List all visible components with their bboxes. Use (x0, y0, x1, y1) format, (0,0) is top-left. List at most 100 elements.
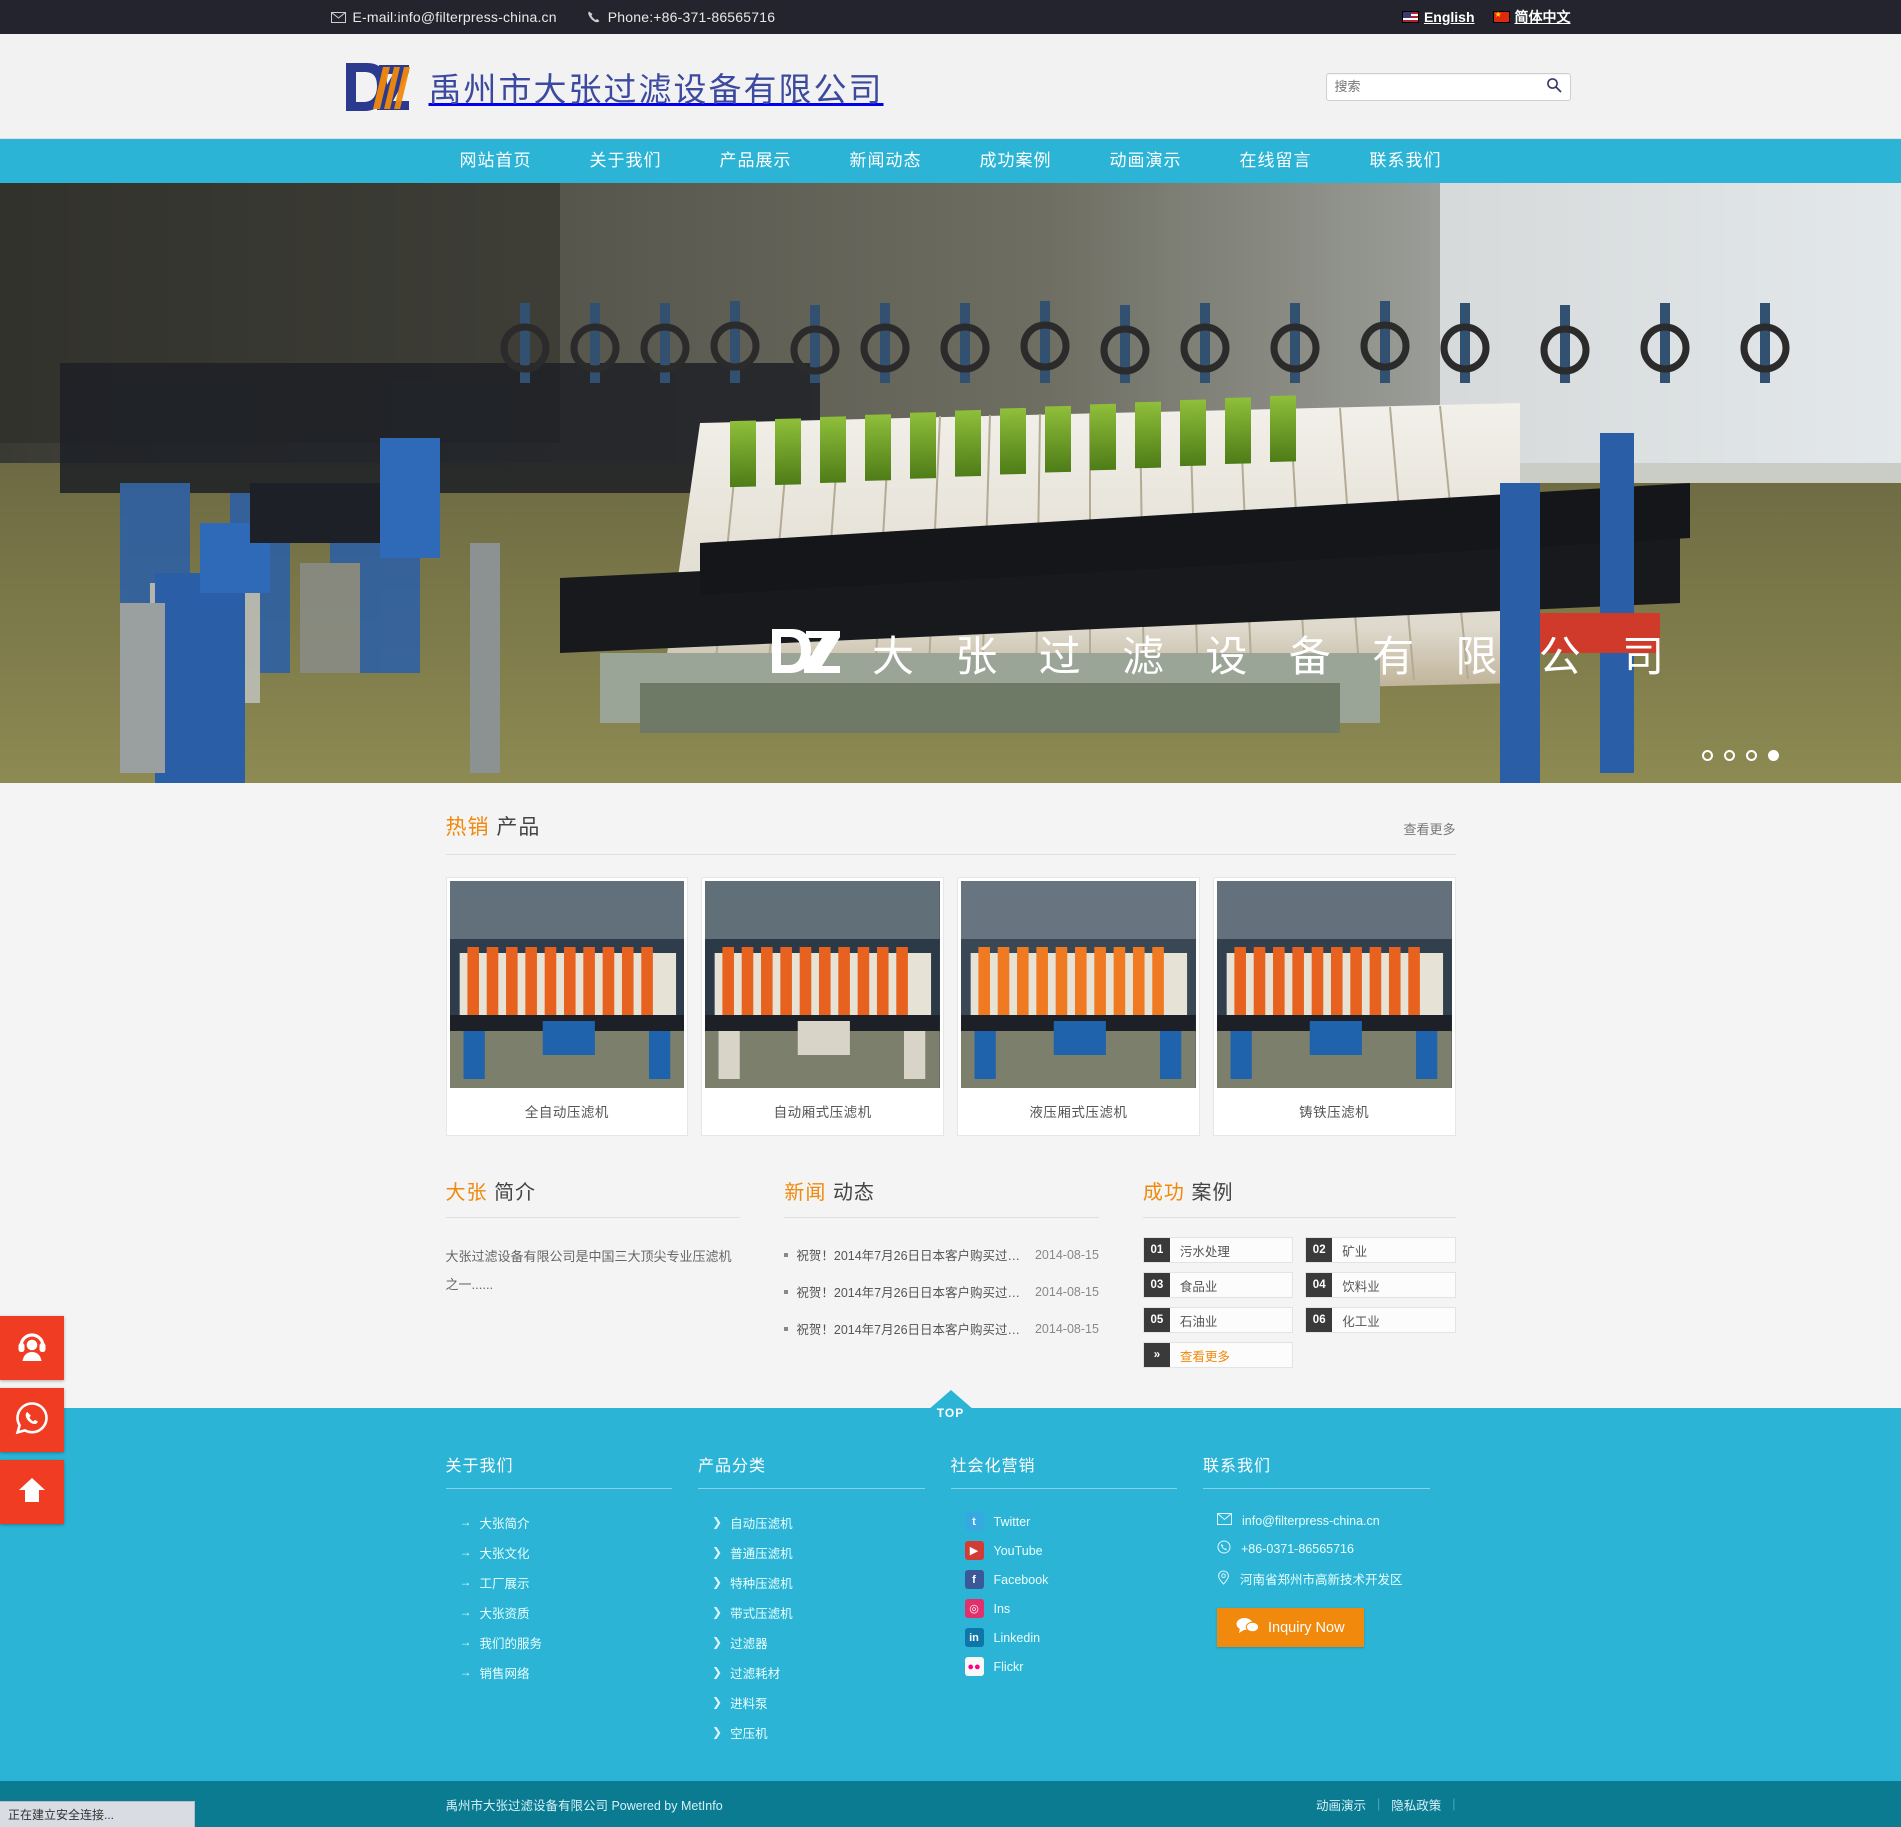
news-item[interactable]: 祝贺！2014年7月26日日本客户购买过滤设 2014-08-15 (784, 1273, 1099, 1310)
inquiry-now-label: Inquiry Now (1268, 1619, 1345, 1636)
lang-english-label: English (1423, 9, 1475, 25)
search-box[interactable] (1325, 72, 1571, 101)
youtube-icon: ▶ (964, 1541, 984, 1560)
nav-item-1[interactable]: 网站首页 (431, 139, 561, 183)
case-item[interactable]: 01 污水处理 (1142, 1237, 1294, 1263)
banner-dot-1[interactable] (1702, 750, 1713, 761)
chevron-right-icon: ❯ (712, 1575, 723, 1589)
footer-link[interactable]: → 大张资质 (446, 1597, 673, 1627)
footer-social-label: Facebook (993, 1572, 1049, 1587)
case-item[interactable]: 02 矿业 (1305, 1237, 1456, 1263)
footer-link[interactable]: ❯ 普通压滤机 (698, 1537, 925, 1567)
about-column: 大张 简介 大张过滤设备有限公司是中国三大顶尖专业压滤机之一...... (445, 1176, 741, 1368)
news-item[interactable]: 祝贺！2014年7月26日日本客户购买过滤设 2014-08-15 (784, 1236, 1099, 1273)
phone-icon (587, 10, 601, 24)
brand-logo-link[interactable]: 禹州市大张过滤设备有限公司 (331, 59, 884, 115)
lang-switch-english[interactable]: English (1401, 9, 1475, 25)
chevron-right-icon: ❯ (712, 1665, 723, 1679)
footer-link[interactable]: → 大张文化 (446, 1537, 673, 1567)
case-item[interactable]: 05 石油业 (1142, 1307, 1294, 1333)
footer-link[interactable]: ❯ 进料泵 (698, 1687, 925, 1717)
banner-dz-logo-icon (770, 626, 846, 681)
footer-social-column: 社会化营销 t Twitter ▶ YouTube f Facebook ◎ Ins in Lin… (950, 1452, 1204, 1747)
site-footer: TOP 关于我们 → 大张简介 → 大张文化 → 工厂展示 → 大张资质 → 我们的服务 → 销售网络… (0, 1390, 1901, 1827)
footer-link[interactable]: → 大张简介 (446, 1507, 673, 1537)
scroll-top-tab[interactable]: TOP (911, 1390, 990, 1434)
footer-social-label: Ins (993, 1601, 1011, 1616)
search-icon (1546, 77, 1562, 96)
footer-contact-address-text: 河南省郑州市高新技术开发区 (1240, 1573, 1403, 1587)
location-pin-icon (1217, 1569, 1230, 1588)
separator: | (1376, 1797, 1381, 1811)
customer-service-button[interactable] (0, 1316, 64, 1380)
footer-link[interactable]: → 我们的服务 (446, 1627, 673, 1657)
case-item[interactable]: 06 化工业 (1305, 1307, 1456, 1333)
case-grid: 01 污水处理 02 矿业 03 食品业 04 饮料业 05 石油业 06 化工业 » 查看更多 (1142, 1237, 1456, 1368)
footer-link[interactable]: ❯ 自动压滤机 (698, 1507, 925, 1537)
nav-item-6[interactable]: 动画演示 (1081, 139, 1211, 183)
footer-social-link[interactable]: ◎ Ins (951, 1594, 1178, 1623)
nav-item-2[interactable]: 关于我们 (561, 139, 691, 183)
product-card[interactable]: 液压厢式压滤机 (957, 877, 1200, 1136)
banner-pagination-dots[interactable] (1702, 750, 1779, 761)
arrow-right-icon: → (459, 1635, 472, 1649)
case-more-button[interactable]: » 查看更多 (1142, 1342, 1294, 1368)
news-item[interactable]: 祝贺！2014年7月26日日本客户购买过滤设 2014-08-15 (784, 1310, 1099, 1347)
news-item-date: 2014-08-15 (1034, 1247, 1099, 1262)
product-image (449, 881, 685, 1088)
news-item-title: 祝贺！2014年7月26日日本客户购买过滤设 (796, 1286, 1027, 1300)
hot-products-more-link[interactable]: 查看更多 (1403, 819, 1455, 838)
topbar-email: E-mail:info@filterpress-china.cn (330, 9, 557, 25)
footer-link[interactable]: ❯ 过滤器 (698, 1627, 925, 1657)
case-item[interactable]: 04 饮料业 (1305, 1272, 1456, 1298)
cn-flag-icon (1492, 9, 1510, 23)
nav-item-8[interactable]: 联系我们 (1341, 139, 1471, 183)
nav-item-5[interactable]: 成功案例 (951, 139, 1081, 183)
whatsapp-button[interactable] (0, 1388, 64, 1452)
cases-title-highlight: 成功 (1142, 1182, 1185, 1204)
footer-link-label: 进料泵 (730, 1696, 768, 1711)
banner-dot-4[interactable] (1768, 750, 1779, 761)
footer-link[interactable]: ❯ 空压机 (698, 1717, 925, 1747)
footer-social-link[interactable]: in Linkedin (951, 1623, 1178, 1652)
about-summary-text: 大张过滤设备有限公司是中国三大顶尖专业压滤机之一...... (445, 1249, 732, 1292)
hot-products-title: 热销 产品 (446, 811, 541, 841)
flickr-icon: ●● (964, 1657, 984, 1676)
footer-social-link[interactable]: ●● Flickr (951, 1652, 1178, 1681)
chevron-right-icon: ❯ (712, 1725, 723, 1739)
product-name: 自动厢式压滤机 (773, 1105, 872, 1120)
search-input[interactable] (1334, 79, 1546, 94)
footer-link[interactable]: ❯ 带式压滤机 (698, 1597, 925, 1627)
footer-social-link[interactable]: t Twitter (951, 1507, 1178, 1536)
footer-link-label: 普通压滤机 (730, 1546, 793, 1561)
footer-link[interactable]: → 工厂展示 (446, 1567, 673, 1597)
bottom-bar-link[interactable]: 隐私政策 (1391, 1795, 1441, 1814)
case-item[interactable]: 03 食品业 (1142, 1272, 1294, 1298)
footer-link[interactable]: → 销售网络 (446, 1657, 673, 1687)
hero-banner-slider[interactable]: 大 张 过 滤 设 备 有 限 公 司 (0, 183, 1901, 783)
footer-link[interactable]: ❯ 过滤耗材 (698, 1657, 925, 1687)
case-more-label: 查看更多 (1179, 1349, 1230, 1364)
product-card[interactable]: 全自动压滤机 (445, 877, 689, 1136)
product-card[interactable]: 铸铁压滤机 (1212, 877, 1456, 1136)
nav-item-3[interactable]: 产品展示 (691, 139, 821, 183)
nav-item-4[interactable]: 新闻动态 (821, 139, 951, 183)
scroll-to-top-icon (17, 1475, 47, 1510)
nav-item-7[interactable]: 在线留言 (1211, 139, 1341, 183)
cases-title-rest: 案例 (1191, 1182, 1234, 1204)
inquiry-now-button[interactable]: Inquiry Now (1217, 1608, 1364, 1647)
footer-contact-address: 河南省郑州市高新技术开发区 (1203, 1563, 1430, 1594)
product-card[interactable]: 自动厢式压滤机 (701, 877, 944, 1136)
banner-dot-2[interactable] (1724, 750, 1735, 761)
search-button[interactable] (1546, 77, 1562, 96)
banner-dot-3[interactable] (1746, 750, 1757, 761)
footer-social-link[interactable]: ▶ YouTube (951, 1536, 1178, 1565)
browser-status-text: 正在建立安全连接... (8, 1808, 115, 1822)
lang-switch-chinese[interactable]: 简体中文 (1492, 7, 1571, 27)
case-item-number: 04 (1306, 1273, 1333, 1297)
bottom-bar-link[interactable]: 动画演示 (1316, 1795, 1366, 1814)
footer-social-link[interactable]: f Facebook (951, 1565, 1178, 1594)
scroll-to-top-button[interactable] (0, 1460, 64, 1524)
chevron-right-icon: ❯ (712, 1695, 723, 1709)
footer-link[interactable]: ❯ 特种压滤机 (698, 1567, 925, 1597)
